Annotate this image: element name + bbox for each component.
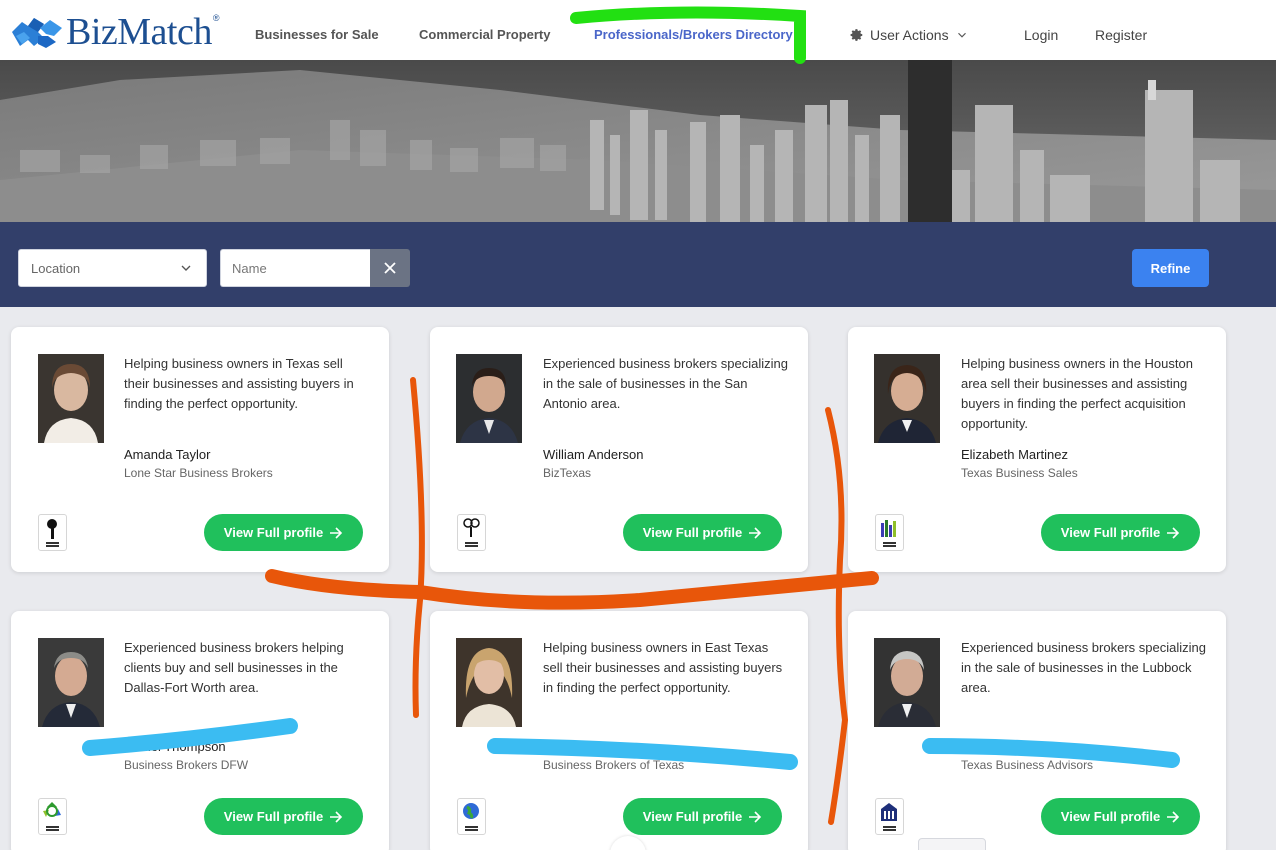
view-full-profile-label: View Full profile bbox=[1060, 525, 1161, 540]
brand-registered-mark: ® bbox=[212, 13, 220, 23]
broker-company: BizTexas bbox=[543, 466, 592, 480]
view-full-profile-button[interactable]: View Full profile bbox=[204, 514, 363, 551]
recycle-icon bbox=[43, 802, 61, 831]
hero-city-banner bbox=[0, 60, 1276, 222]
broker-company: Business Brokers of Texas bbox=[543, 758, 685, 772]
bizmatch-logo[interactable]: BizMatch ® bbox=[10, 12, 220, 52]
orange-vertical-stroke-right bbox=[825, 407, 849, 825]
refine-button[interactable]: Refine bbox=[1132, 249, 1209, 287]
company-logo bbox=[875, 514, 904, 551]
arrow-right-icon bbox=[330, 810, 343, 823]
register-link[interactable]: Register bbox=[1095, 27, 1147, 43]
chevron-down-icon bbox=[957, 32, 966, 38]
broker-photo bbox=[874, 638, 940, 727]
company-logo bbox=[457, 798, 486, 835]
broker-description: Helping business owners in the Houston a… bbox=[961, 356, 1193, 431]
gear-icon bbox=[850, 29, 863, 41]
view-full-profile-button[interactable]: View Full profile bbox=[623, 798, 782, 835]
company-logo bbox=[38, 514, 67, 551]
top-navbar: BizMatch ® Businesses for Sale Commercia… bbox=[0, 0, 1276, 60]
chevron-down-icon bbox=[181, 265, 191, 271]
arrow-right-icon bbox=[330, 526, 343, 539]
view-full-profile-label: View Full profile bbox=[223, 525, 324, 540]
orange-vertical-stroke-left bbox=[410, 377, 425, 718]
broker-description: Experienced business brokers specializin… bbox=[543, 356, 788, 411]
broker-card: Experienced business brokers specializin… bbox=[430, 327, 808, 572]
nav-professionals-directory[interactable]: Professionals/Brokers Directory bbox=[594, 27, 793, 42]
pagination-control[interactable] bbox=[918, 838, 986, 850]
company-logo bbox=[457, 514, 486, 551]
broker-card: Experienced business brokers helping cli… bbox=[11, 611, 389, 850]
broker-name: William Anderson bbox=[543, 447, 644, 462]
broker-name: Matthew Lee bbox=[961, 739, 1036, 754]
broker-description: Helping business owners in Texas sell th… bbox=[124, 356, 354, 411]
view-full-profile-label: View Full profile bbox=[1060, 809, 1161, 824]
view-full-profile-label: View Full profile bbox=[642, 809, 743, 824]
tree-icon bbox=[463, 518, 480, 547]
broker-photo bbox=[874, 354, 940, 443]
name-search-input[interactable] bbox=[220, 249, 370, 287]
view-full-profile-label: View Full profile bbox=[223, 809, 324, 824]
close-icon bbox=[384, 262, 396, 274]
broker-description: Experienced business brokers helping cli… bbox=[124, 640, 344, 695]
nav-commercial-property[interactable]: Commercial Property bbox=[419, 27, 551, 42]
key-icon bbox=[46, 519, 59, 547]
broker-photo bbox=[38, 354, 104, 443]
broker-card: Helping business owners in Texas sell th… bbox=[11, 327, 389, 572]
broker-photo bbox=[456, 354, 522, 443]
view-full-profile-button[interactable]: View Full profile bbox=[1041, 514, 1200, 551]
orange-horizontal-stroke bbox=[265, 569, 879, 610]
arrow-right-icon bbox=[1167, 810, 1180, 823]
view-full-profile-button[interactable]: View Full profile bbox=[204, 798, 363, 835]
broker-card: Helping business owners in the Houston a… bbox=[848, 327, 1226, 572]
filter-bar: Location Refine bbox=[0, 222, 1276, 307]
globe-icon bbox=[463, 803, 479, 831]
arrow-right-icon bbox=[1167, 526, 1180, 539]
view-full-profile-button[interactable]: View Full profile bbox=[623, 514, 782, 551]
broker-card: Experienced business brokers specializin… bbox=[848, 611, 1226, 850]
broker-company: Texas Business Advisors bbox=[961, 758, 1094, 772]
view-full-profile-label: View Full profile bbox=[642, 525, 743, 540]
clear-name-button[interactable] bbox=[370, 249, 410, 287]
broker-name: Daniel Thompson bbox=[124, 739, 226, 754]
broker-name: Elizabeth Martinez bbox=[961, 447, 1068, 462]
broker-card: Helping business owners in East Texas se… bbox=[430, 611, 808, 850]
puzzle-logo-icon bbox=[12, 18, 62, 48]
arrow-right-icon bbox=[749, 526, 762, 539]
broker-description: Experienced business brokers specializin… bbox=[961, 640, 1206, 695]
company-logo bbox=[875, 798, 904, 835]
location-select[interactable]: Location bbox=[18, 249, 207, 287]
login-link[interactable]: Login bbox=[1024, 27, 1058, 43]
city-skyline-image bbox=[0, 60, 1276, 222]
broker-company: Texas Business Sales bbox=[961, 466, 1078, 480]
company-logo bbox=[38, 798, 67, 835]
bar-chart-icon bbox=[881, 520, 896, 547]
location-select-label: Location bbox=[31, 260, 81, 276]
nav-businesses-for-sale[interactable]: Businesses for Sale bbox=[255, 27, 379, 42]
user-actions-label: User Actions bbox=[870, 27, 949, 43]
broker-photo bbox=[38, 638, 104, 727]
broker-company: Business Brokers DFW bbox=[124, 758, 249, 772]
brand-name: BizMatch bbox=[66, 11, 212, 53]
building-icon bbox=[881, 803, 897, 831]
broker-name: Olivia Harris bbox=[543, 739, 614, 754]
broker-name: Amanda Taylor bbox=[124, 447, 211, 462]
broker-photo bbox=[456, 638, 522, 727]
broker-company: Lone Star Business Brokers bbox=[124, 466, 273, 480]
view-full-profile-button[interactable]: View Full profile bbox=[1041, 798, 1200, 835]
arrow-right-icon bbox=[749, 810, 762, 823]
user-actions-dropdown[interactable]: User Actions bbox=[850, 27, 969, 43]
broker-description: Helping business owners in East Texas se… bbox=[543, 640, 783, 695]
